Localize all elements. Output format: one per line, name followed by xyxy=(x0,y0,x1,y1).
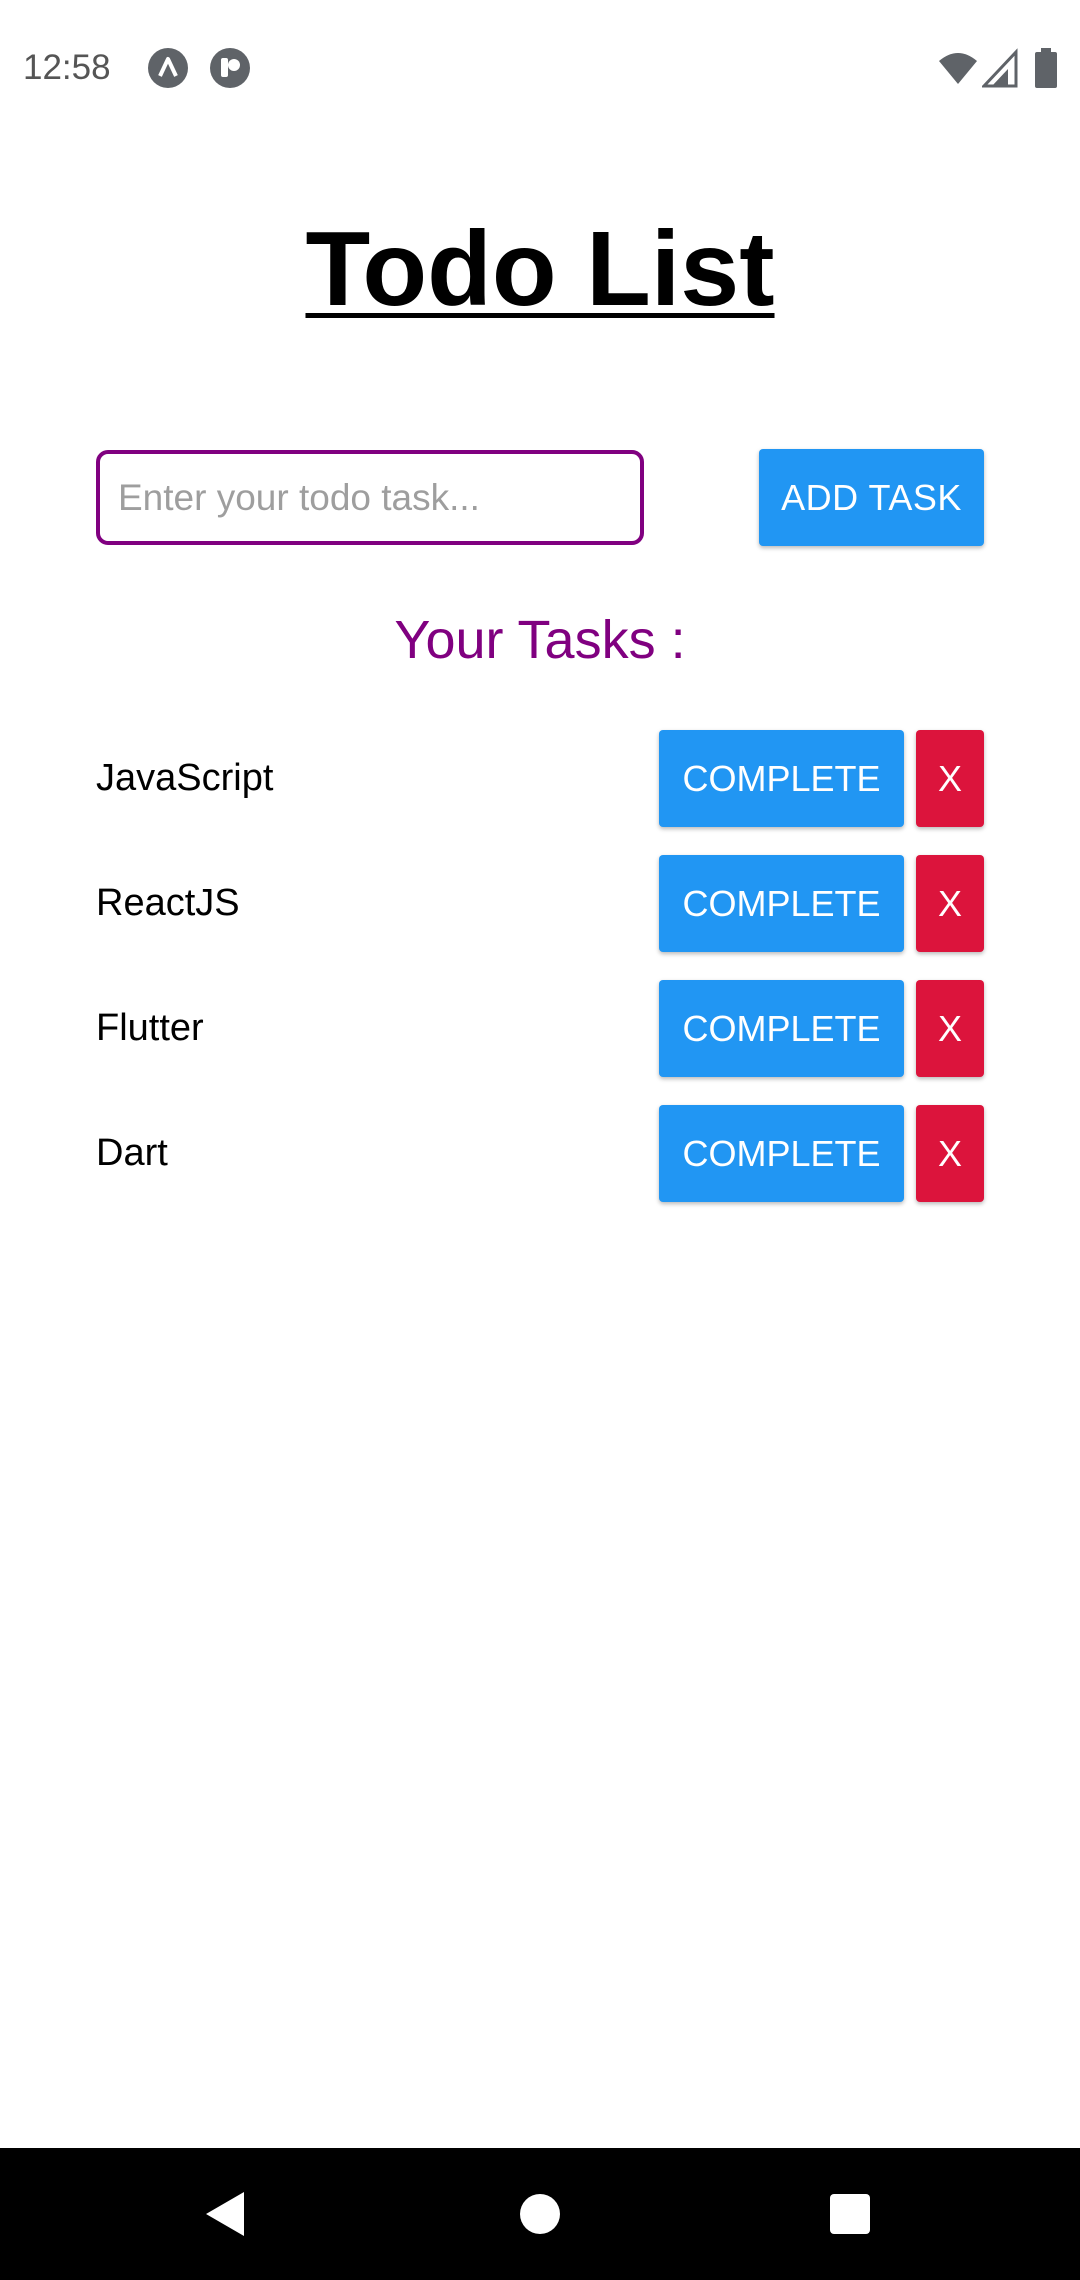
tasks-heading: Your Tasks : xyxy=(394,610,686,670)
app-notification-icon xyxy=(148,48,188,88)
task-name: ReactJS xyxy=(96,882,240,924)
wifi-icon xyxy=(939,53,977,84)
cell-signal-icon xyxy=(982,48,1018,88)
delete-button[interactable]: X xyxy=(916,980,984,1077)
delete-button[interactable]: X xyxy=(916,855,984,952)
complete-button[interactable]: COMPLETE xyxy=(659,1105,904,1202)
page-title: Todo List xyxy=(305,210,775,328)
status-time: 12:58 xyxy=(23,48,111,87)
task-name: JavaScript xyxy=(96,757,274,799)
task-input[interactable] xyxy=(96,450,644,545)
task-row: Flutter COMPLETE X xyxy=(96,980,984,1077)
task-list: JavaScript COMPLETE X ReactJS COMPLETE X… xyxy=(96,730,984,1230)
complete-button[interactable]: COMPLETE xyxy=(659,730,904,827)
task-name: Flutter xyxy=(96,1007,204,1049)
battery-icon xyxy=(1035,48,1057,88)
delete-button[interactable]: X xyxy=(916,1105,984,1202)
task-row: ReactJS COMPLETE X xyxy=(96,855,984,952)
delete-button[interactable]: X xyxy=(916,730,984,827)
status-bar: 12:58 xyxy=(0,0,1080,132)
task-row: Dart COMPLETE X xyxy=(96,1105,984,1202)
back-icon[interactable] xyxy=(188,2178,260,2250)
complete-button[interactable]: COMPLETE xyxy=(659,855,904,952)
task-name: Dart xyxy=(96,1132,168,1174)
pocket-notification-icon xyxy=(210,48,250,88)
navigation-bar xyxy=(0,2148,1080,2280)
add-task-button[interactable]: ADD TASK xyxy=(759,449,984,546)
complete-button[interactable]: COMPLETE xyxy=(659,980,904,1077)
home-icon[interactable] xyxy=(504,2178,576,2250)
recents-icon[interactable] xyxy=(814,2178,886,2250)
task-row: JavaScript COMPLETE X xyxy=(96,730,984,827)
